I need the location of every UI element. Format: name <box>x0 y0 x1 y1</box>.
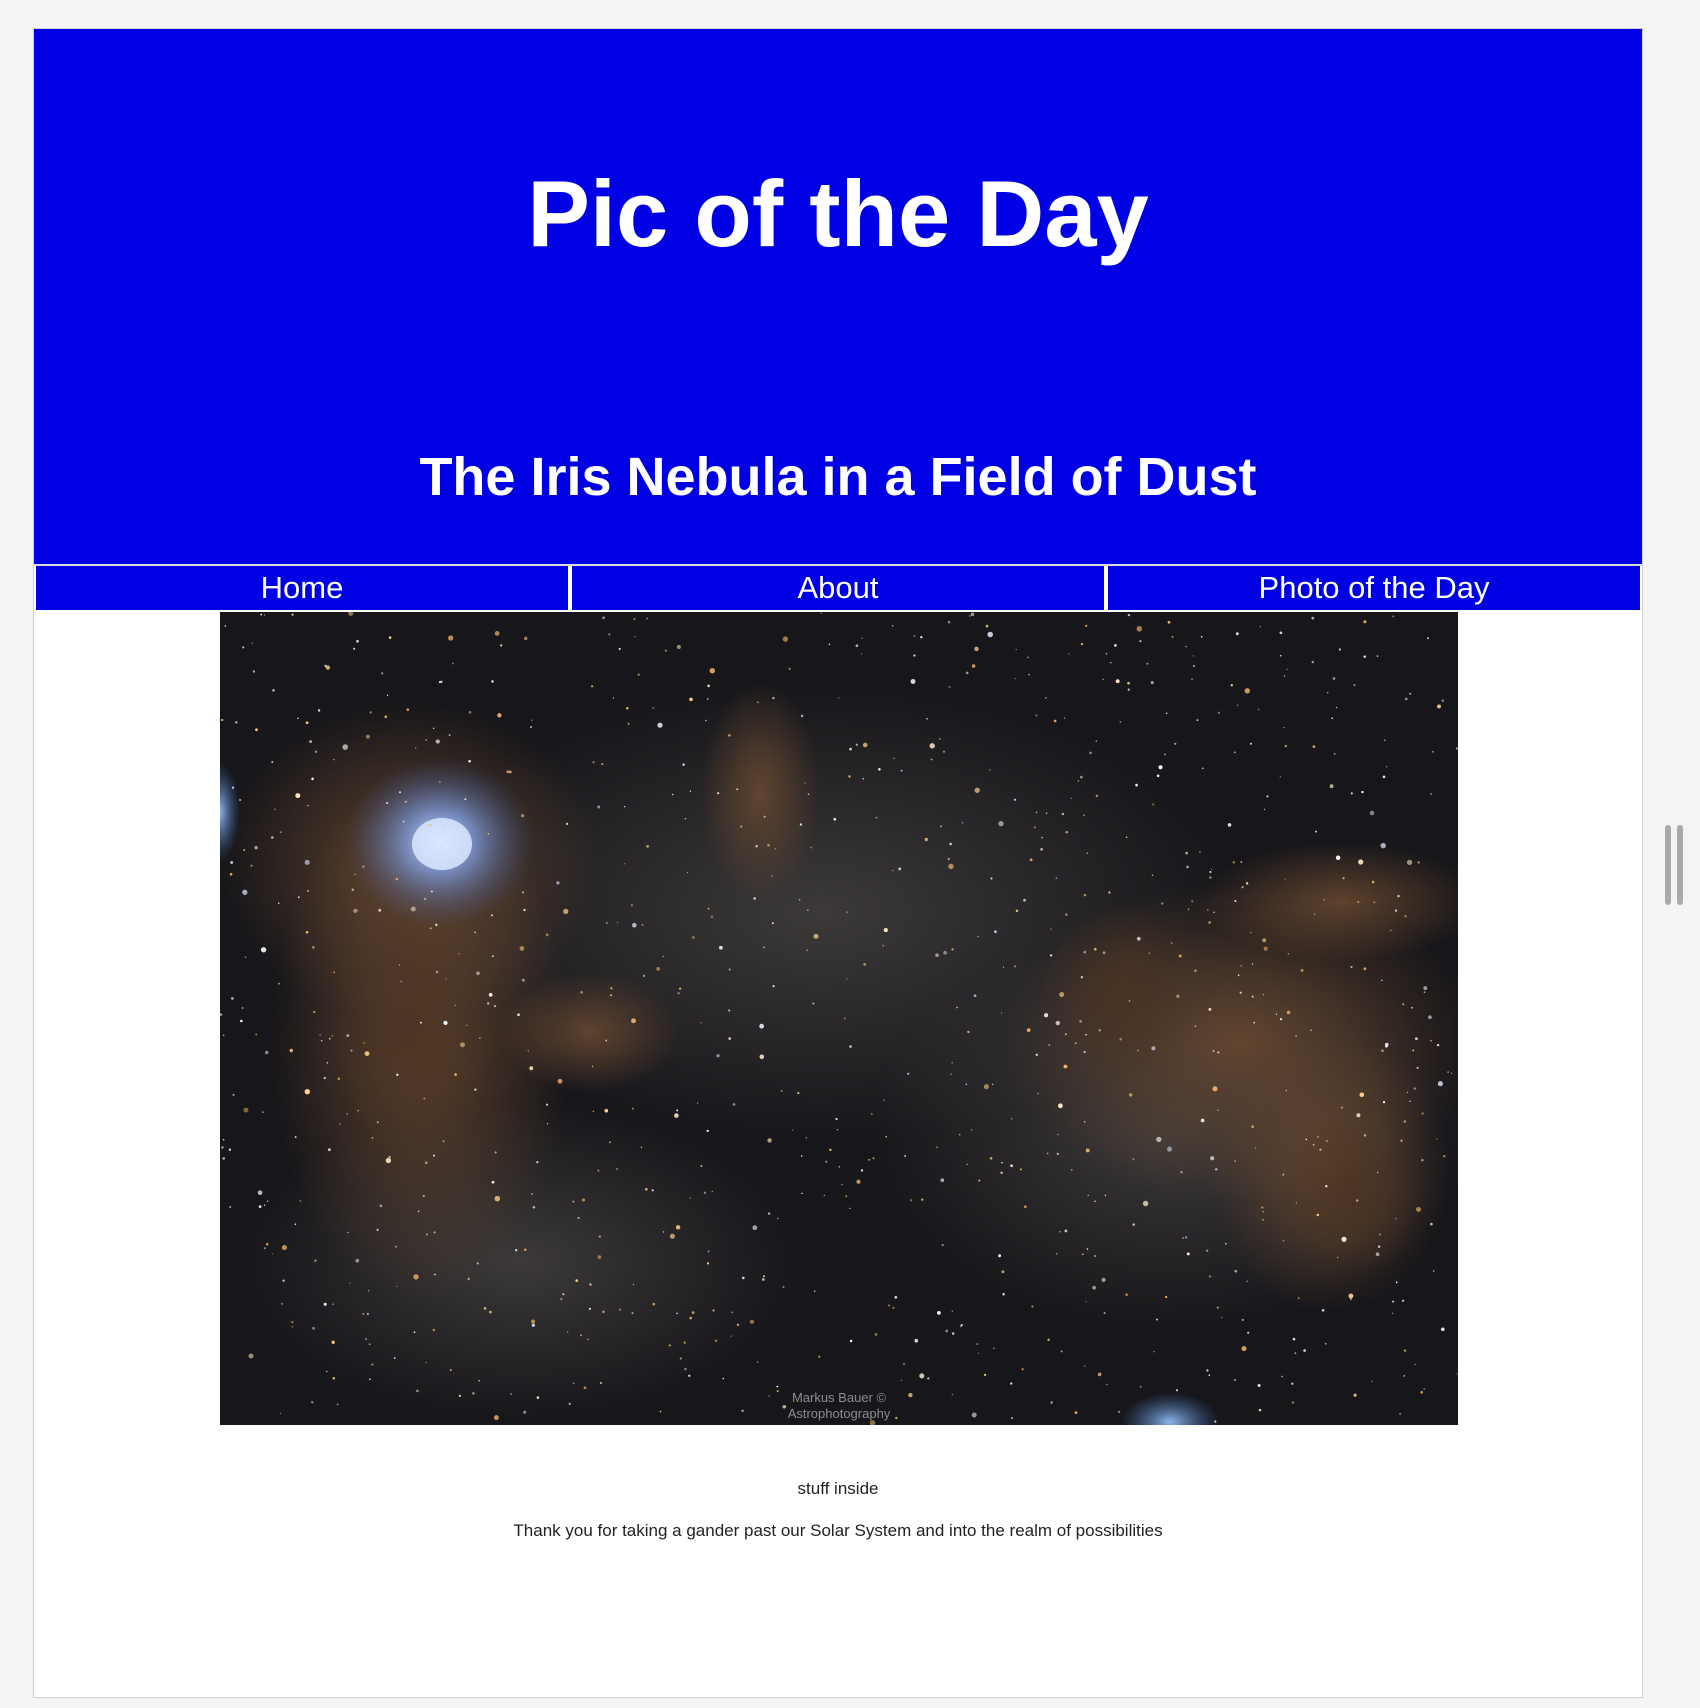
picture-title: The Iris Nebula in a Field of Dust <box>419 447 1257 507</box>
thank-you-message: Thank you for taking a gander past our S… <box>513 1521 1163 1540</box>
nebula-photo: Markus Bauer © Astrophotography <box>220 612 1458 1425</box>
page-frame: Pic of the Day The Iris Nebula in a Fiel… <box>33 28 1643 1698</box>
site-title: Pic of the Day <box>527 161 1149 266</box>
nav-bar: Home About Photo of the Day <box>34 564 1642 612</box>
nebula-image: Markus Bauer © Astrophotography <box>220 612 1458 1425</box>
nav-home-link[interactable]: Home <box>34 566 570 612</box>
nav-photo-of-the-day-link[interactable]: Photo of the Day <box>1106 566 1642 612</box>
photo-watermark: Markus Bauer © <box>792 1390 887 1405</box>
scrollbar-grip[interactable] <box>1663 825 1685 905</box>
photo-caption: stuff inside <box>797 1479 879 1498</box>
site-header: Pic of the Day The Iris Nebula in a Fiel… <box>34 29 1642 564</box>
nav-about-link[interactable]: About <box>570 566 1106 612</box>
svg-text:Astrophotography: Astrophotography <box>788 1406 891 1421</box>
